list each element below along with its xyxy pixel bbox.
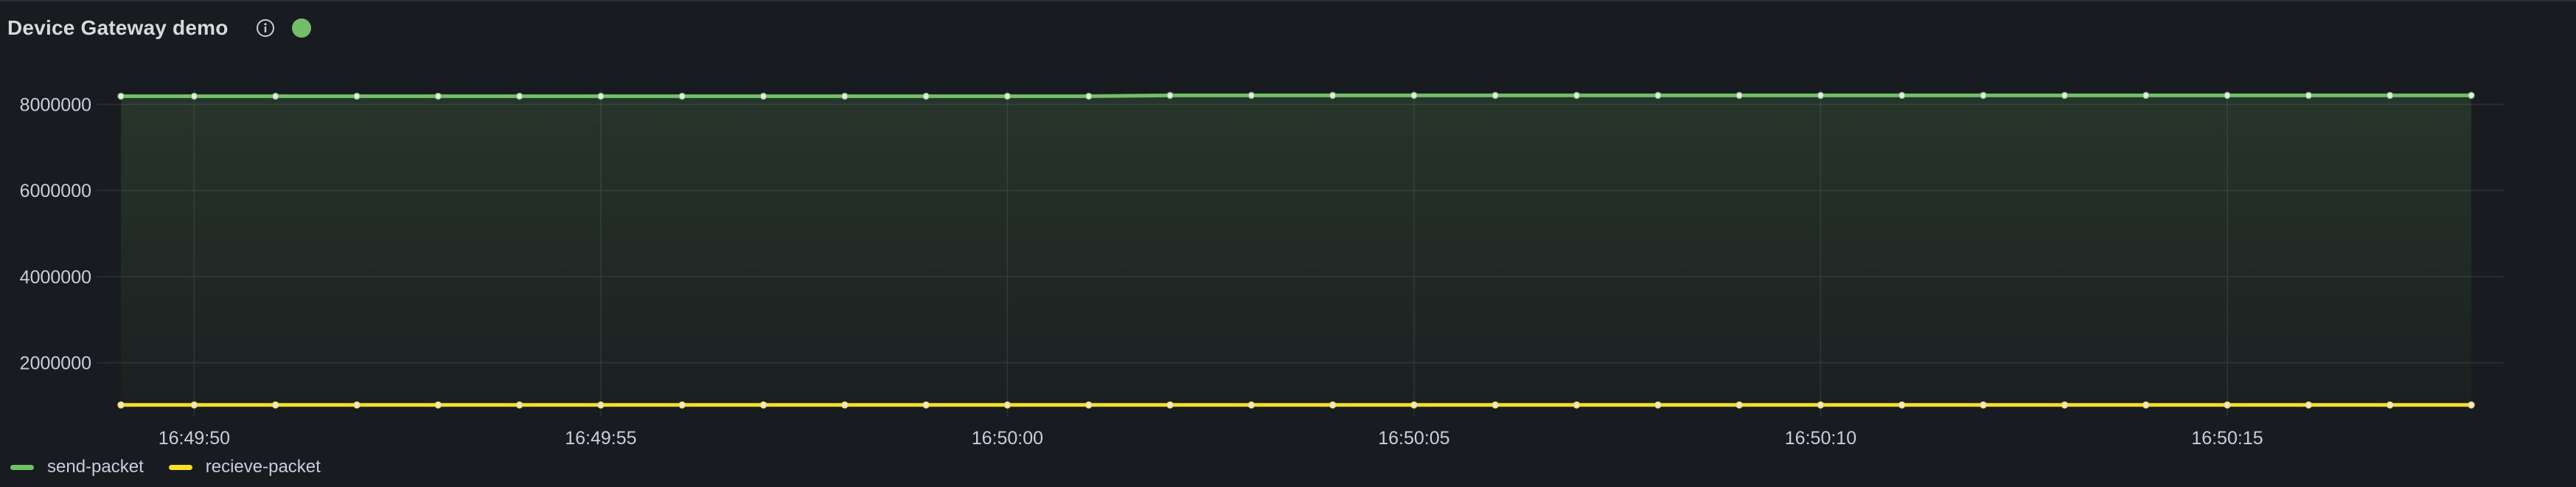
y-tick-label: 4000000 [20,267,91,288]
x-tick-label: 16:50:10 [1785,428,1856,449]
data-point [190,92,198,100]
data-point [1329,401,1337,409]
data-point [2305,401,2313,409]
data-point [597,92,605,100]
data-point [841,92,849,100]
legend-swatch [168,464,192,470]
x-tick-label: 16:49:50 [159,428,230,449]
data-point [1085,92,1093,100]
data-point [1166,91,1174,100]
data-point [2061,401,2069,409]
y-tick-label: 8000000 [20,95,91,116]
data-point [759,401,767,409]
legend-label: send-packet [47,457,144,477]
data-point [1003,401,1012,409]
x-tick-label: 16:50:05 [1378,428,1449,449]
data-point [1654,401,1662,409]
data-point [1247,401,1256,409]
timeseries-panel: Device Gateway demo 2000000 4000000 600000… [0,0,2576,486]
data-point [1410,91,1418,100]
data-point [1329,91,1337,100]
data-point [1898,91,1906,100]
legend: send-packet recieve-packet [10,456,321,478]
y-tick-label: 2000000 [20,353,91,374]
data-point [759,92,767,100]
legend-swatch [10,464,34,470]
data-point [922,92,930,100]
data-point [2142,401,2150,409]
data-point [1491,401,1499,409]
data-point [2468,401,2475,409]
data-point [1817,91,1825,100]
data-point [434,92,442,100]
data-point [1980,401,1987,409]
data-point [1573,401,1581,409]
data-point [353,401,361,409]
data-point [678,92,686,100]
data-point [190,401,198,409]
legend-item-recieve-packet[interactable]: recieve-packet [168,457,321,477]
x-tick-label: 16:50:00 [972,428,1043,449]
data-point [353,92,361,100]
data-point [922,401,930,409]
data-point [117,92,125,100]
data-point [1817,401,1825,409]
data-point [1980,91,1987,100]
data-point [1898,401,1906,409]
data-point [2386,91,2394,100]
data-point [2305,91,2313,100]
data-point [271,401,279,409]
data-point [597,401,605,409]
data-point [2061,91,2069,100]
legend-label: recieve-packet [205,457,321,477]
series-area [121,95,2471,407]
data-point [841,401,849,409]
series-line [119,93,2474,98]
data-point [1247,91,1256,100]
data-point [1654,91,1662,100]
data-point [1736,401,1743,409]
x-tick-label: 16:50:15 [2191,428,2263,449]
data-point [1573,91,1581,100]
data-point [117,401,125,409]
data-point [1166,401,1174,409]
data-point [2468,91,2475,100]
data-point [1410,401,1418,409]
data-point [678,401,686,409]
data-point [2224,91,2231,100]
data-point [1003,92,1012,100]
data-point [515,401,523,409]
data-point [2224,401,2231,409]
data-point [434,401,442,409]
data-point [2142,91,2150,100]
legend-item-send-packet[interactable]: send-packet [10,457,144,477]
data-point [1491,91,1499,100]
data-point [2386,401,2394,409]
data-point [1085,401,1093,409]
data-point [1736,91,1743,100]
chart-area: 2000000 4000000 6000000 8000000 16:49:50 16:4… [20,90,2504,449]
y-tick-label: 6000000 [20,181,91,201]
data-point [271,92,279,100]
x-tick-label: 16:49:55 [565,428,636,449]
data-point [515,92,523,100]
